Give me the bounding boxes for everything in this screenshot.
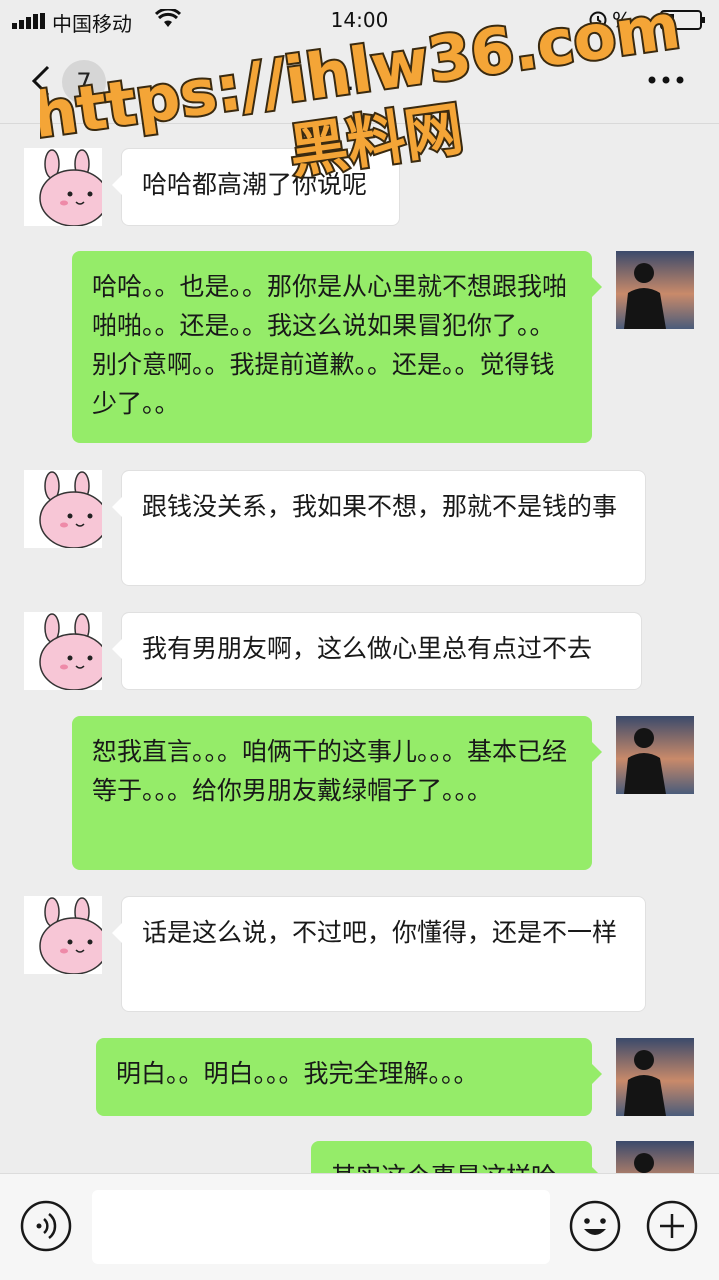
silhouette-avatar-icon	[616, 1038, 694, 1116]
contact-avatar[interactable]	[24, 148, 102, 226]
input-bar	[0, 1173, 719, 1280]
message-bubble-incoming[interactable]: 话是这么说，不过吧，你懂得，还是不一样	[112, 896, 646, 1012]
message-bubble-outgoing[interactable]: 其实这个事是这样哈	[311, 1141, 602, 1173]
contact-avatar[interactable]	[24, 896, 102, 974]
chat-list[interactable]: 哈哈都高潮了你说呢 哈哈。。也是。。那你是从心里就不想跟我啪啪啪。。还是。。我这…	[0, 125, 719, 1173]
message-bubble-incoming[interactable]: 跟钱没关系，我如果不想，那就不是钱的事	[112, 470, 646, 586]
message-input[interactable]	[92, 1190, 550, 1264]
self-avatar[interactable]	[616, 716, 694, 794]
bunny-avatar-icon	[24, 148, 102, 226]
more-icon[interactable]	[646, 74, 686, 86]
bunny-avatar-icon	[24, 612, 102, 690]
nav-bar: 7 …	[0, 42, 719, 124]
message-bubble-incoming[interactable]: 哈哈都高潮了你说呢	[112, 148, 400, 226]
status-bar: 中国移动 14:00 %	[0, 0, 719, 42]
alarm-icon	[589, 11, 607, 29]
battery-icon	[660, 10, 705, 30]
bunny-avatar-icon	[24, 470, 102, 548]
emoji-icon[interactable]	[569, 1200, 621, 1252]
voice-icon[interactable]	[20, 1200, 72, 1252]
plus-icon[interactable]	[646, 1200, 698, 1252]
message-bubble-outgoing[interactable]: 哈哈。。也是。。那你是从心里就不想跟我啪啪啪。。还是。。我这么说如果冒犯你了。。…	[72, 251, 602, 443]
message-bubble-outgoing[interactable]: 恕我直言。。。咱俩干的这事儿。。。基本已经等于。。。给你男朋友戴绿帽子了。。。	[72, 716, 602, 870]
message-bubble-incoming[interactable]: 我有男朋友啊，这么做心里总有点过不去	[112, 612, 642, 690]
chat-title: …	[345, 64, 374, 97]
self-avatar[interactable]	[616, 251, 694, 329]
silhouette-avatar-icon	[616, 1141, 694, 1173]
self-avatar[interactable]	[616, 1141, 694, 1173]
contact-avatar[interactable]	[24, 470, 102, 548]
silhouette-avatar-icon	[616, 251, 694, 329]
self-avatar[interactable]	[616, 1038, 694, 1116]
bunny-avatar-icon	[24, 896, 102, 974]
battery-percent: %	[612, 8, 632, 32]
message-bubble-outgoing[interactable]: 明白。。明白。。。我完全理解。。。	[96, 1038, 602, 1116]
silhouette-avatar-icon	[616, 716, 694, 794]
contact-avatar[interactable]	[24, 612, 102, 690]
